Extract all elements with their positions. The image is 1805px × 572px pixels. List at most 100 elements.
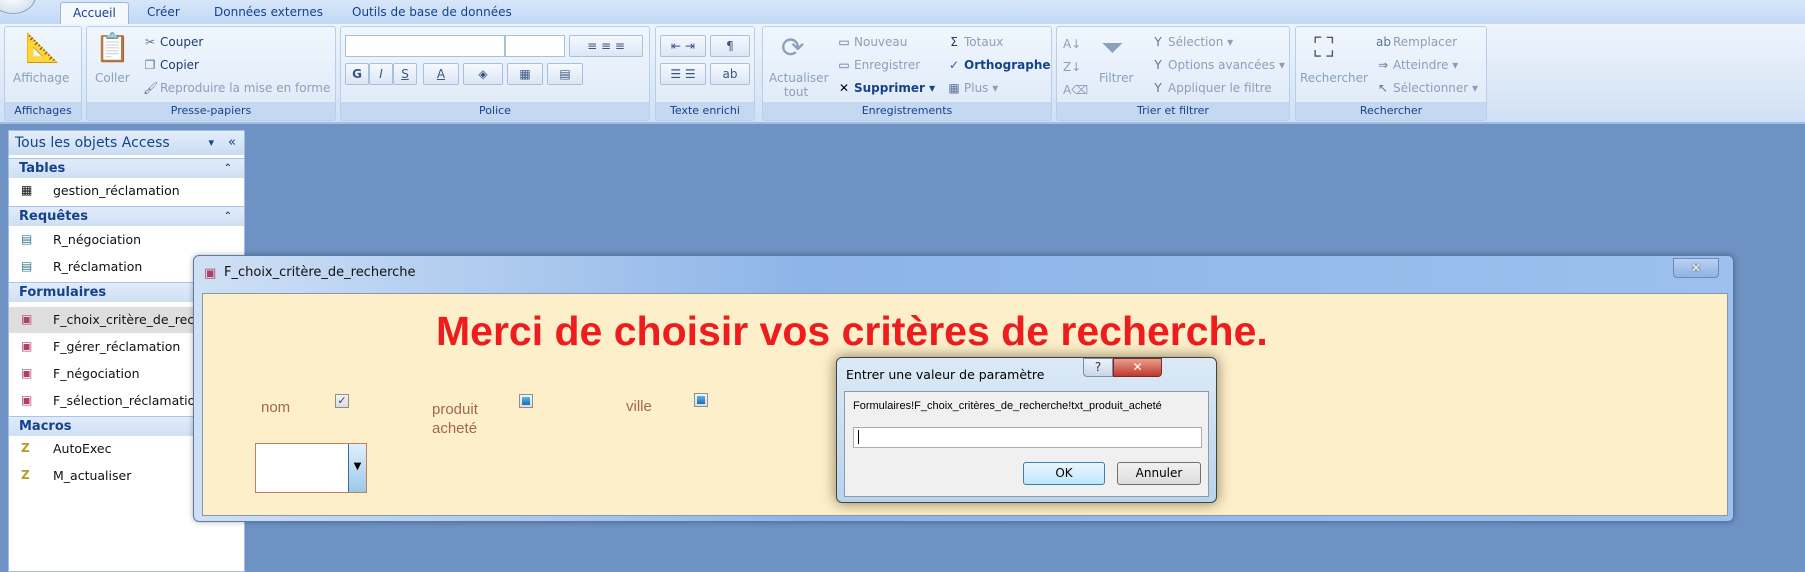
- copier-label: Copier: [160, 58, 199, 72]
- indent-buttons[interactable]: ⇤ ⇥: [660, 35, 706, 57]
- dialog-prompt: Formulaires!F_choix_critères_de_recherch…: [853, 400, 1162, 412]
- save-icon: ▭: [838, 58, 850, 72]
- filter-icon: ⏷: [1101, 31, 1124, 64]
- section-label: Macros: [19, 419, 72, 434]
- font-size-select[interactable]: [505, 35, 565, 57]
- group-label: Enregistrements: [763, 102, 1051, 120]
- form-icon: ▣: [21, 366, 33, 380]
- dialog-title: Entrer une valeur de paramètre: [846, 367, 1045, 382]
- plus-label: Plus: [964, 81, 989, 95]
- clear-sort-icon[interactable]: A⌫: [1063, 83, 1088, 97]
- enregistrer-label: Enregistrer: [854, 58, 921, 72]
- group-label: Affichages: [5, 102, 81, 120]
- bold-button[interactable]: G: [345, 63, 369, 85]
- affichage-button[interactable]: Affichage: [13, 71, 69, 85]
- sort-buttons[interactable]: A↓ Z↓ A⌫: [1063, 33, 1088, 102]
- help-button[interactable]: ?: [1083, 358, 1113, 377]
- group-rechercher: ⛶ Rechercher ab Remplacer ⇒ Atteindre ▾ ↖ S…: [1295, 26, 1487, 121]
- tab-creer[interactable]: Créer: [135, 2, 192, 24]
- nav-section-requetes[interactable]: Requêtes ⌃: [9, 206, 244, 226]
- list-buttons[interactable]: ☰ ☰: [660, 63, 706, 85]
- font-name-select[interactable]: [345, 35, 505, 57]
- appliquer-filtre-button[interactable]: Y Appliquer le filtre: [1151, 81, 1272, 95]
- replace-icon: ab: [1376, 35, 1391, 49]
- italic-button[interactable]: I: [369, 63, 393, 85]
- paragraph-button[interactable]: ¶: [710, 35, 750, 57]
- close-button[interactable]: ✕: [1113, 358, 1162, 377]
- ok-button[interactable]: OK: [1023, 462, 1105, 485]
- field-label-nom: nom: [261, 399, 291, 416]
- item-label: F_sélection_réclamation: [53, 393, 204, 408]
- cursor-icon: ↖: [1377, 81, 1389, 95]
- options-avancees-button[interactable]: Y Options avancées ▾: [1151, 58, 1285, 72]
- underline-button[interactable]: S: [393, 63, 417, 85]
- remplacer-label: Remplacer: [1393, 35, 1458, 49]
- nav-title: Tous les objets Access: [15, 135, 170, 151]
- nav-item[interactable]: ▤ R_négociation: [9, 227, 244, 253]
- orthographe-button[interactable]: ✓ Orthographe: [947, 58, 1051, 72]
- actualiser-label: Actualiser: [769, 71, 829, 85]
- item-label: R_réclamation: [53, 259, 143, 274]
- checkbox-ville[interactable]: [694, 393, 708, 407]
- atteindre-label: Atteindre: [1393, 58, 1449, 72]
- alt-row-color-button[interactable]: ▤: [547, 63, 583, 85]
- form-icon: ▣: [21, 339, 33, 353]
- rechercher-button[interactable]: Rechercher: [1300, 71, 1368, 85]
- cancel-button[interactable]: Annuler: [1117, 462, 1201, 485]
- couper-button[interactable]: ✂ Couper: [143, 35, 203, 49]
- gridlines-button[interactable]: ▦: [507, 63, 543, 85]
- selectionner-button[interactable]: ↖ Sélectionner ▾: [1376, 81, 1478, 95]
- atteindre-button[interactable]: ⇒ Atteindre ▾: [1376, 58, 1458, 72]
- plus-button[interactable]: ▦ Plus ▾: [947, 81, 998, 95]
- form-icon: ▣: [21, 312, 33, 326]
- ribbon: 📐 Affichage Affichages 📋 Coller ✂ Couper …: [0, 24, 1805, 124]
- align-buttons[interactable]: ≡ ≡ ≡: [569, 35, 643, 57]
- fill-color-button[interactable]: ◈: [463, 63, 503, 85]
- sort-asc-icon[interactable]: A↓: [1063, 37, 1081, 51]
- options-label: Options avancées: [1168, 58, 1276, 72]
- criteria-combo[interactable]: ▼: [255, 443, 367, 493]
- table-icon: ▦: [948, 81, 960, 95]
- collapse-icon[interactable]: ⌃: [224, 159, 232, 179]
- copier-button[interactable]: ❐ Copier: [143, 58, 199, 72]
- spelling-icon: ✓: [948, 58, 960, 72]
- chevron-down-icon[interactable]: ▼: [348, 444, 366, 492]
- tab-donnees-externes[interactable]: Données externes: [202, 2, 335, 24]
- highlight-button[interactable]: ab: [710, 63, 750, 85]
- checkbox-produit-achete[interactable]: [519, 394, 533, 408]
- nav-header[interactable]: Tous les objets Access ▾ «: [9, 131, 244, 155]
- query-icon: ▤: [21, 259, 33, 273]
- nav-item[interactable]: ▦ gestion_réclamation: [9, 178, 244, 204]
- selection-button[interactable]: Y Sélection ▾: [1151, 35, 1233, 49]
- format-painter-icon: 🖌: [143, 81, 159, 95]
- supprimer-button[interactable]: ✕ Supprimer ▾: [837, 81, 935, 95]
- collapse-pane-icon[interactable]: «: [228, 131, 236, 155]
- reproduire-button[interactable]: 🖌 Reproduire la mise en forme: [143, 81, 330, 95]
- tab-accueil[interactable]: Accueil: [60, 2, 129, 24]
- coller-button[interactable]: Coller: [95, 71, 130, 85]
- chevron-down-icon[interactable]: ▾: [208, 131, 214, 155]
- parameter-input[interactable]: [853, 427, 1202, 448]
- remplacer-button[interactable]: ab Remplacer: [1376, 35, 1457, 49]
- supprimer-label: Supprimer: [854, 81, 925, 95]
- office-button[interactable]: [0, 0, 36, 14]
- table-icon: ▦: [21, 183, 33, 197]
- totaux-button[interactable]: Σ Totaux: [947, 35, 1003, 49]
- font-color-button[interactable]: A: [423, 63, 459, 85]
- nav-section-tables[interactable]: Tables ⌃: [9, 158, 244, 178]
- tout-label: tout: [783, 85, 809, 99]
- copy-icon: ❐: [144, 58, 156, 72]
- macro-icon: Z: [21, 441, 30, 455]
- collapse-icon[interactable]: ⌃: [224, 207, 232, 227]
- actualiser-button[interactable]: Actualiser tout: [769, 71, 829, 99]
- nouveau-label: Nouveau: [854, 35, 908, 49]
- enregistrer-button[interactable]: ▭ Enregistrer: [837, 58, 920, 72]
- close-button[interactable]: ✕: [1673, 258, 1719, 278]
- tab-outils-base-de-donnees[interactable]: Outils de base de données: [340, 2, 524, 24]
- appliquer-label: Appliquer le filtre: [1168, 81, 1272, 95]
- nouveau-button[interactable]: ▭ Nouveau: [837, 35, 907, 49]
- filtrer-button[interactable]: Filtrer: [1099, 71, 1133, 85]
- group-label: Presse-papiers: [87, 102, 335, 120]
- sort-desc-icon[interactable]: Z↓: [1063, 60, 1081, 74]
- checkbox-nom[interactable]: ✓: [335, 394, 349, 408]
